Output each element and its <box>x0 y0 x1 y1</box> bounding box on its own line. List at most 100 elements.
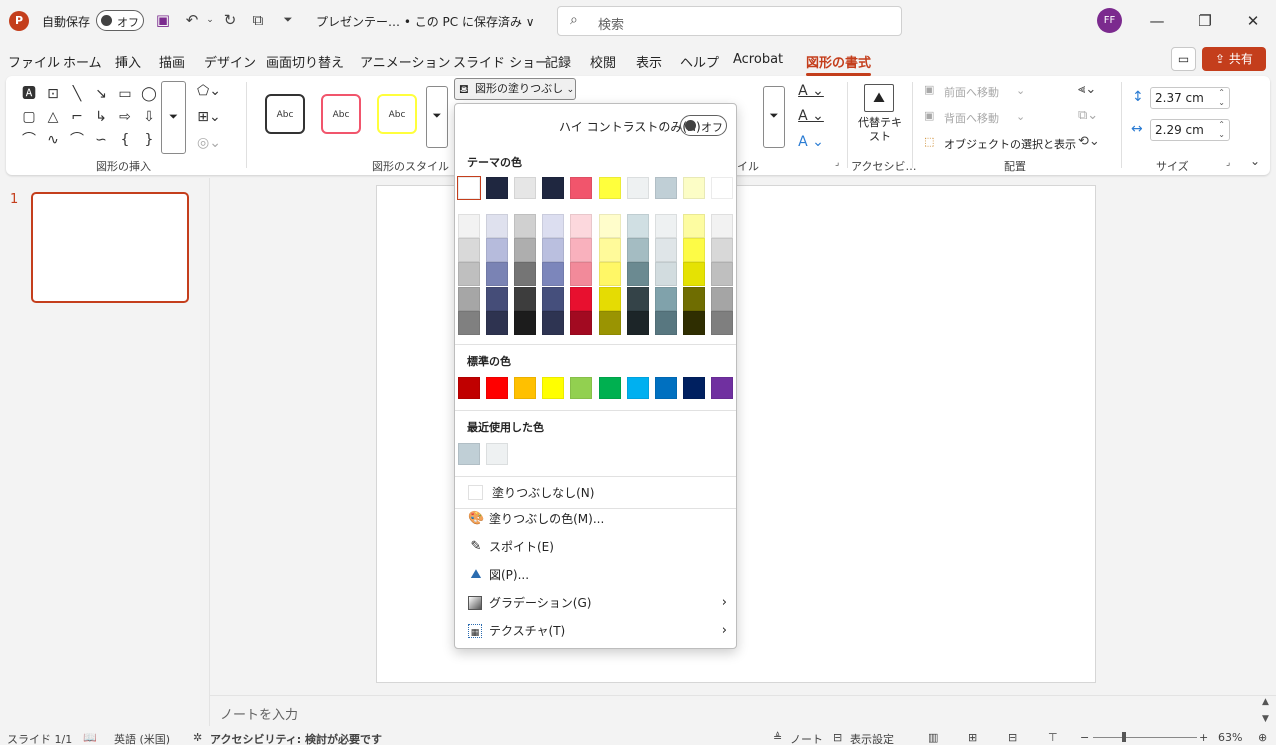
right-arrow-icon[interactable]: ⇨ <box>115 107 135 127</box>
theme-shade-swatch[interactable] <box>626 310 649 335</box>
theme-shade-swatch[interactable] <box>486 310 509 335</box>
tab-acrobat[interactable]: Acrobat <box>733 52 783 67</box>
zoom-in-icon[interactable]: + <box>1199 731 1208 744</box>
rotate-icon[interactable]: ⟲⌄ <box>1078 134 1100 149</box>
text-fill-icon[interactable]: A ⌄ <box>794 81 828 101</box>
elbow-arrow-icon[interactable]: ↳ <box>91 107 111 127</box>
standard-color-swatch[interactable] <box>458 377 480 399</box>
theme-shade-swatch[interactable] <box>458 214 480 238</box>
slide-thumbnail[interactable] <box>31 192 189 303</box>
theme-shade-swatch[interactable] <box>458 238 480 263</box>
selection-pane-button[interactable]: オブジェクトの選択と表示 <box>944 136 1076 152</box>
theme-shade-swatch[interactable] <box>598 238 621 263</box>
theme-shade-swatch[interactable] <box>542 286 565 311</box>
theme-shade-swatch[interactable] <box>682 286 705 311</box>
theme-shade-swatch[interactable] <box>710 214 733 238</box>
theme-shade-swatch[interactable] <box>626 262 649 287</box>
slide-sorter-icon[interactable]: ⊞ <box>968 731 977 744</box>
theme-shade-swatch[interactable] <box>570 262 593 287</box>
oval-icon[interactable]: ◯ <box>139 84 159 104</box>
theme-shade-swatch[interactable] <box>514 286 537 311</box>
customize-qat-icon[interactable]: ⏷ <box>277 9 299 31</box>
theme-shade-swatch[interactable] <box>598 214 621 238</box>
theme-shade-swatch[interactable] <box>682 262 705 287</box>
spellcheck-icon[interactable]: 📖 <box>83 731 97 744</box>
text-outline-icon[interactable]: A ⌄ <box>794 106 828 126</box>
shape-width-input[interactable]: 2.29 cm ⌃ ⌄ <box>1150 119 1230 141</box>
language-indicator[interactable]: 英語 (米国) <box>114 731 170 745</box>
alt-text-icon[interactable]: ⛰ <box>864 84 894 112</box>
theme-shade-swatch[interactable] <box>654 310 677 335</box>
autosave-toggle[interactable]: オフ <box>96 10 144 31</box>
theme-shade-swatch[interactable] <box>486 214 509 238</box>
tab-review[interactable]: 校閲 <box>590 52 616 71</box>
recent-color-swatch[interactable] <box>458 443 480 465</box>
theme-shade-swatch[interactable] <box>710 238 733 263</box>
tab-shape-format[interactable]: 図形の書式 <box>806 52 872 76</box>
text-box-insert-icon[interactable]: ⊞⌄ <box>194 107 224 127</box>
text-effects-icon[interactable]: A ⌄ <box>794 132 828 152</box>
theme-shade-swatch[interactable] <box>458 310 480 335</box>
shape-height-input[interactable]: 2.37 cm ⌃ ⌄ <box>1150 87 1230 109</box>
width-spinner-icon[interactable]: ⌃ ⌄ <box>1218 120 1225 140</box>
standard-color-swatch[interactable] <box>710 377 733 399</box>
standard-color-swatch[interactable] <box>654 377 677 399</box>
pane-divider[interactable] <box>209 178 210 726</box>
tab-home[interactable]: ホーム <box>63 52 102 71</box>
theme-shade-swatch[interactable] <box>654 214 677 238</box>
save-icon[interactable]: ▣ <box>152 9 174 31</box>
theme-shade-swatch[interactable] <box>458 262 480 287</box>
comment-icon[interactable]: ▭ <box>1171 47 1196 71</box>
theme-shade-swatch[interactable] <box>542 310 565 335</box>
share-button[interactable]: ⇪ 共有 <box>1202 47 1266 71</box>
recent-color-swatch[interactable] <box>486 443 509 465</box>
styles-gallery-more-icon[interactable]: ⏷ <box>426 86 448 148</box>
theme-shade-swatch[interactable] <box>710 310 733 335</box>
search-box[interactable]: ⌕ 検索 <box>557 6 902 36</box>
arc-icon[interactable]: ⌒ <box>67 130 87 150</box>
right-brace-icon[interactable]: } <box>139 130 159 150</box>
theme-shade-swatch[interactable] <box>514 214 537 238</box>
theme-shade-swatch[interactable] <box>514 262 537 287</box>
tab-animations[interactable]: アニメーション <box>360 52 450 71</box>
theme-shade-swatch[interactable] <box>682 238 705 263</box>
redo-icon[interactable]: ↻ <box>219 9 241 31</box>
theme-color-swatch[interactable] <box>457 176 481 200</box>
theme-color-swatch[interactable] <box>514 177 537 199</box>
edit-shape-icon[interactable]: ⬠⌄ <box>194 81 224 101</box>
theme-shade-swatch[interactable] <box>570 238 593 263</box>
standard-color-swatch[interactable] <box>626 377 649 399</box>
theme-shade-swatch[interactable] <box>598 310 621 335</box>
tab-help[interactable]: ヘルプ <box>680 52 719 71</box>
theme-color-swatch[interactable] <box>570 177 593 199</box>
theme-shade-swatch[interactable] <box>710 286 733 311</box>
theme-shade-swatch[interactable] <box>654 262 677 287</box>
curve-icon[interactable]: ∽ <box>91 130 111 150</box>
triangle-icon[interactable]: △ <box>43 107 63 127</box>
picture-fill-item[interactable]: ⛰ 図(P)... <box>467 563 727 587</box>
gradient-item[interactable]: グラデーション(G) › <box>467 591 727 615</box>
tab-view[interactable]: 表示 <box>636 52 662 71</box>
minimize-icon[interactable]: — <box>1143 8 1171 34</box>
notes-toggle[interactable]: ノート <box>790 731 823 745</box>
zoom-slider-thumb[interactable] <box>1122 732 1126 742</box>
theme-shade-swatch[interactable] <box>458 286 480 311</box>
theme-shade-swatch[interactable] <box>626 214 649 238</box>
vertical-textbox-icon[interactable]: ⊡ <box>43 84 63 104</box>
theme-shade-swatch[interactable] <box>542 262 565 287</box>
shapes-gallery-more-icon[interactable]: ⏷ <box>161 81 186 154</box>
fit-slide-icon[interactable]: ⊕ <box>1258 731 1267 744</box>
line-icon[interactable]: ╲ <box>67 84 87 104</box>
theme-shade-swatch[interactable] <box>682 214 705 238</box>
eyedropper-item[interactable]: ✎ スポイト(E) <box>467 535 727 559</box>
alt-text-button[interactable]: 代替テキスト <box>858 116 902 144</box>
tab-draw[interactable]: 描画 <box>159 52 185 71</box>
theme-color-swatch[interactable] <box>654 177 677 199</box>
rectangle-icon[interactable]: ▭ <box>115 84 135 104</box>
theme-color-swatch[interactable] <box>626 177 649 199</box>
wordart-gallery-more-icon[interactable]: ⏷ <box>763 86 785 148</box>
tab-file[interactable]: ファイル <box>8 52 60 71</box>
theme-shade-swatch[interactable] <box>542 238 565 263</box>
theme-shade-swatch[interactable] <box>486 286 509 311</box>
theme-shade-swatch[interactable] <box>514 238 537 263</box>
